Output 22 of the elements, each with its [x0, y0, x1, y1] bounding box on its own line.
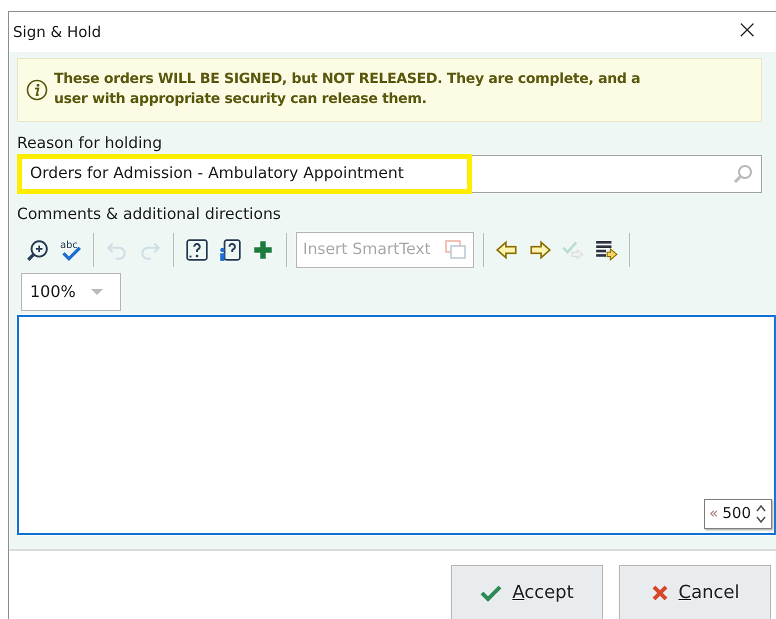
zoom-dropdown[interactable]: 100%: [21, 272, 121, 310]
cancel-button[interactable]: Cancel: [619, 565, 771, 619]
comments-textarea[interactable]: « 500: [17, 314, 776, 534]
window-icon: [444, 240, 467, 260]
x-icon: [650, 584, 668, 602]
help-icon[interactable]: [185, 238, 209, 262]
help-person-icon[interactable]: [218, 238, 242, 262]
info-icon: [26, 79, 48, 101]
caret-icon: [90, 288, 104, 296]
field-label: Comments & additional directions: [17, 204, 282, 226]
chevron-text: «: [709, 503, 718, 524]
field-label: Reason for holding: [17, 133, 164, 154]
spinner-icon[interactable]: [755, 502, 767, 524]
reason-field[interactable]: Orders for Admission - Ambulatory Appointment: [17, 155, 762, 194]
banner-text: These orders WILL BE SIGNED, but NOT RELEASED. They are complete, and a user with appropriate security can release them.: [54, 70, 642, 109]
zoom-in-icon[interactable]: [25, 238, 49, 262]
checkmark-icon: [480, 584, 502, 602]
window-title: Sign & Hold: [13, 22, 102, 43]
counter-value: 500: [722, 503, 751, 524]
close-button[interactable]: ×: [736, 17, 776, 47]
field-value: Orders for Admission - Ambulatory Appointment: [17, 154, 472, 194]
accept-button[interactable]: Accept: [451, 565, 603, 619]
